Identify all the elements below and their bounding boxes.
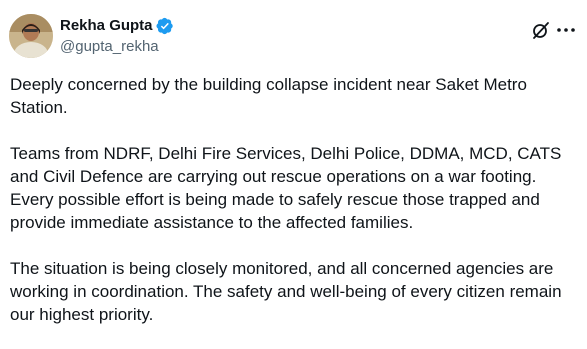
handle[interactable]: @gupta_rekha xyxy=(60,37,174,57)
display-name[interactable]: Rekha Gupta xyxy=(60,16,153,36)
tweet-paragraph: Teams from NDRF, Delhi Fire Services, De… xyxy=(10,144,562,232)
avatar[interactable] xyxy=(9,14,53,58)
verified-badge-icon[interactable] xyxy=(156,17,174,35)
grok-icon[interactable] xyxy=(531,20,551,40)
avatar-image xyxy=(9,14,53,58)
author-info: Rekha Gupta @gupta_rekha xyxy=(60,16,174,57)
tweet-card: Rekha Gupta @gupta_rekha Deeply concerne… xyxy=(0,0,587,349)
name-row: Rekha Gupta xyxy=(60,16,174,36)
tweet-paragraph: The situation is being closely monitored… xyxy=(10,259,562,324)
tweet-text: Deeply concerned by the building collaps… xyxy=(10,73,580,326)
more-options-icon[interactable] xyxy=(555,19,577,41)
tweet-paragraph: Deeply concerned by the building collaps… xyxy=(10,75,527,117)
